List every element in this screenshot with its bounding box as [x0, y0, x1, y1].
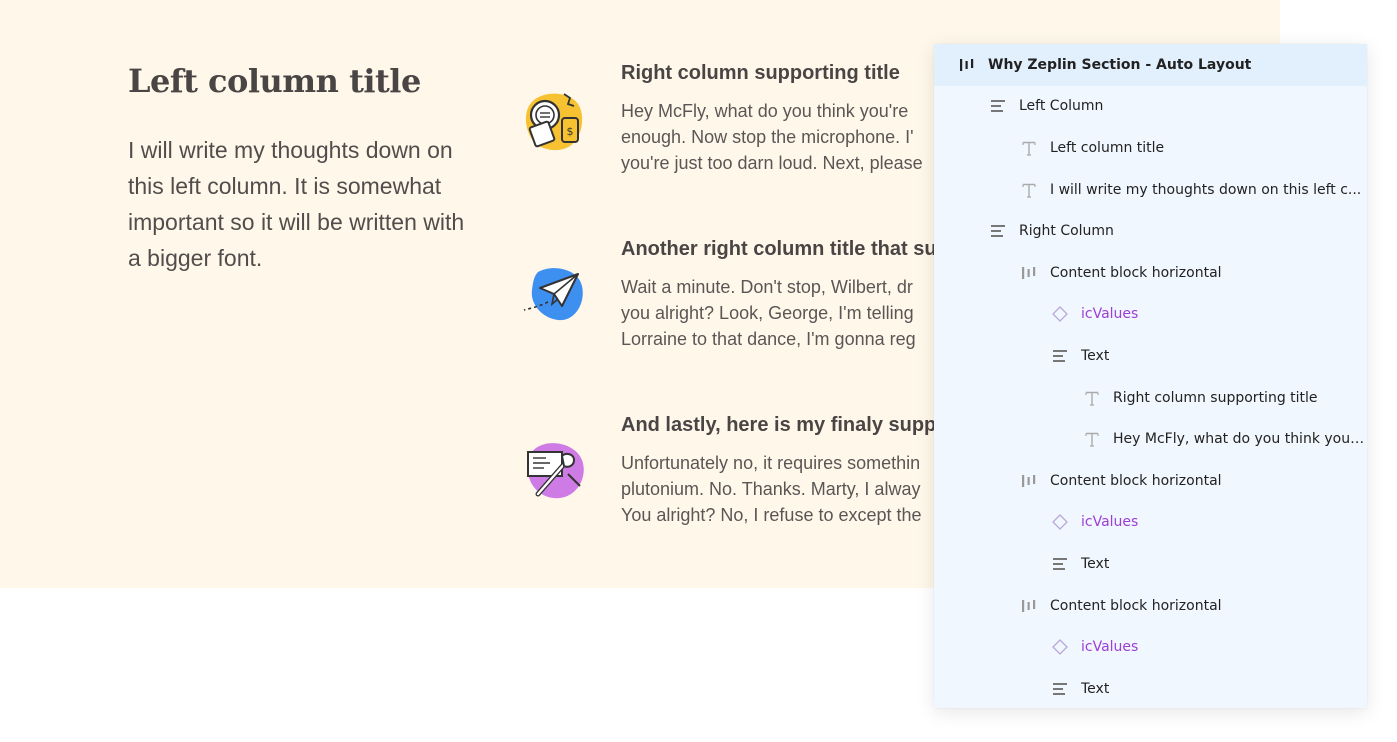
layer-row[interactable]: Left column title: [934, 127, 1367, 169]
layer-row[interactable]: Hey McFly, what do you think you'...: [934, 418, 1367, 460]
layer-row[interactable]: Content block horizontal: [934, 585, 1367, 627]
layers-panel: Why Zeplin Section - Auto Layout Left Col…: [934, 44, 1367, 708]
layer-label: icValues: [1081, 514, 1139, 531]
layer-label: Content block horizontal: [1050, 597, 1222, 614]
layer-row[interactable]: Why Zeplin Section - Auto Layout: [934, 44, 1367, 86]
component-instance-icon: [1051, 513, 1069, 531]
layer-row[interactable]: icValues: [934, 294, 1367, 336]
auto-layout-vertical-icon: [989, 97, 1007, 115]
layer-label: Content block horizontal: [1050, 472, 1222, 489]
text-layer-icon: [1020, 139, 1038, 157]
layer-row[interactable]: Text: [934, 335, 1367, 377]
layer-label: Right Column: [1019, 223, 1114, 240]
layer-label: Right column supporting title: [1113, 389, 1318, 406]
block-title: And lastly, here is my finaly supp: [621, 414, 937, 436]
auto-layout-horizontal-icon: [1020, 597, 1038, 615]
layer-label: Text: [1081, 555, 1110, 572]
paper-plane-icon: [520, 262, 586, 328]
auto-layout-horizontal-icon: [1020, 472, 1038, 490]
layer-label: Content block horizontal: [1050, 264, 1222, 281]
block-title: Right column supporting title: [621, 62, 900, 84]
layer-row[interactable]: Right Column: [934, 210, 1367, 252]
layer-label: Hey McFly, what do you think you'...: [1113, 431, 1367, 448]
auto-layout-vertical-icon: [989, 222, 1007, 240]
auto-layout-horizontal-icon: [1020, 264, 1038, 282]
auto-layout-horizontal-icon: [958, 56, 976, 74]
layer-row[interactable]: Right column supporting title: [934, 377, 1367, 419]
left-column-body: I will write my thoughts down on this le…: [128, 137, 465, 271]
layer-row[interactable]: Content block horizontal: [934, 252, 1367, 294]
component-instance-icon: [1051, 305, 1069, 323]
layer-label: icValues: [1081, 639, 1139, 656]
text-layer-icon: [1083, 389, 1101, 407]
layer-label: Why Zeplin Section - Auto Layout: [988, 56, 1252, 73]
layer-label: I will write my thoughts down on this le…: [1050, 181, 1362, 198]
layer-row[interactable]: icValues: [934, 626, 1367, 668]
layer-row[interactable]: Left Column: [934, 86, 1367, 128]
layer-label: Left column title: [1050, 139, 1165, 156]
layer-label: Text: [1081, 680, 1110, 697]
layer-label: icValues: [1081, 306, 1139, 323]
component-instance-icon: [1051, 638, 1069, 656]
layer-row[interactable]: Text: [934, 543, 1367, 585]
block-title: Another right column title that su: [621, 238, 937, 260]
layer-row[interactable]: I will write my thoughts down on this le…: [934, 169, 1367, 211]
layer-row[interactable]: Content block horizontal: [934, 460, 1367, 502]
document-wrench-icon: [520, 438, 586, 504]
auto-layout-vertical-icon: [1051, 680, 1069, 698]
auto-layout-vertical-icon: [1051, 555, 1069, 573]
layer-row[interactable]: icValues: [934, 502, 1367, 544]
magnifier-phone-money-icon: $: [520, 88, 586, 154]
left-column-title: Left column title: [128, 62, 421, 100]
layer-label: Text: [1081, 347, 1110, 364]
text-layer-icon: [1020, 181, 1038, 199]
svg-text:$: $: [567, 125, 574, 138]
text-layer-icon: [1083, 430, 1101, 448]
layer-row[interactable]: Text: [934, 668, 1367, 710]
layer-label: Left Column: [1019, 98, 1104, 115]
auto-layout-vertical-icon: [1051, 347, 1069, 365]
